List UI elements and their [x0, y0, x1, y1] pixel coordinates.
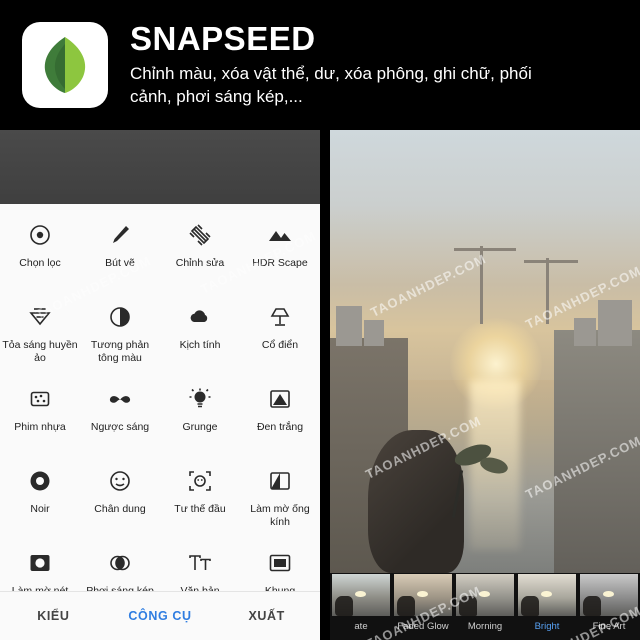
head-pose-icon: [187, 466, 213, 496]
tool-label: Phim nhựa: [14, 421, 66, 433]
tool-item[interactable]: Grunge: [160, 372, 240, 454]
filter-thumbnail[interactable]: Morning: [454, 573, 516, 640]
tool-item[interactable]: Tương phản tông màu: [80, 290, 160, 372]
grunge-bulb-icon: [187, 384, 213, 414]
tool-label: Chân dung: [94, 503, 146, 515]
tool-label: Chỉnh sửa: [175, 257, 225, 269]
vignette-icon: [27, 548, 53, 578]
filter-thumbnail-label: ate: [354, 621, 368, 632]
filter-thumbnail-image: [394, 574, 452, 616]
photo-crane: [480, 246, 483, 324]
brush-icon: [107, 220, 133, 250]
tool-item[interactable]: Cổ điển: [240, 290, 320, 372]
tool-item[interactable]: Ngược sáng: [80, 372, 160, 454]
tool-label: Tỏa sáng huyền ảo: [2, 339, 78, 364]
vintage-lamp-icon: [267, 302, 293, 332]
tool-label: Đen trắng: [256, 421, 304, 433]
glamour-glow-icon: [27, 302, 53, 332]
tools-sheet: Chọn lọc Bút vẽ Chỉnh sửa HDR Scape Tỏa sáng…: [0, 204, 320, 640]
black-white-icon: [267, 384, 293, 414]
tool-item[interactable]: Đen trắng: [240, 372, 320, 454]
tool-item[interactable]: HDR Scape: [240, 208, 320, 290]
photo-building: [598, 300, 632, 346]
filter-thumbnail-label: Morning: [467, 621, 503, 632]
filter-thumbnail-image: [518, 574, 576, 616]
tool-label: Grunge: [182, 421, 218, 433]
filter-thumbnail[interactable]: Bright: [516, 573, 578, 640]
tonal-contrast-icon: [107, 302, 133, 332]
tools-grid: Chọn lọc Bút vẽ Chỉnh sửa HDR Scape Tỏa sáng…: [0, 208, 320, 618]
tool-item[interactable]: Chân dung: [80, 454, 160, 536]
lens-blur-icon: [267, 466, 293, 496]
hdr-mountain-icon: [267, 220, 293, 250]
tool-label: Kịch tính: [179, 339, 221, 351]
bottom-tab-bar: KIỂU CÔNG CỤ XUẤT: [0, 591, 320, 640]
tab-tools[interactable]: CÔNG CỤ: [107, 609, 214, 623]
tool-label: Tương phản tông màu: [90, 339, 150, 364]
tool-item[interactable]: Phim nhựa: [0, 372, 80, 454]
healing-icon: [187, 220, 213, 250]
app-promo-screenshot: SNAPSEED Chỉnh màu, xóa vật thể, dư, xóa…: [0, 0, 640, 640]
noir-circle-icon: [27, 466, 53, 496]
tool-item[interactable]: Tư thế đầu: [160, 454, 240, 536]
retrolux-mustache-icon: [107, 384, 133, 414]
tool-item[interactable]: Chọn lọc: [0, 208, 80, 290]
app-description: Chỉnh màu, xóa vật thể, dư, xóa phông, g…: [130, 63, 532, 107]
photo-crane: [454, 248, 516, 251]
photo-crane: [524, 260, 578, 263]
photo-crane: [546, 258, 549, 324]
tool-item[interactable]: Noir: [0, 454, 80, 536]
filter-thumbnail-image: [456, 574, 514, 616]
text-icon: [187, 548, 213, 578]
double-exposure-icon: [107, 548, 133, 578]
left-phone-screenshot: Chọn lọc Bút vẽ Chỉnh sửa HDR Scape Tỏa sáng…: [0, 130, 320, 640]
tool-item[interactable]: Bút vẽ: [80, 208, 160, 290]
tool-item[interactable]: Tỏa sáng huyền ảo: [0, 290, 80, 372]
photo-right-bank: [554, 330, 640, 573]
filter-thumbnail[interactable]: Fine Art: [578, 573, 640, 640]
tool-label: Chọn lọc: [19, 257, 61, 269]
filter-thumbnail[interactable]: Faded Glow: [392, 573, 454, 640]
filter-filmstrip[interactable]: ateFaded GlowMorningBrightFine ArtPushS: [330, 573, 640, 640]
frames-icon: [267, 548, 293, 578]
selective-icon: [27, 220, 53, 250]
filter-thumbnail-label: Fine Art: [592, 621, 626, 632]
tool-label: Tư thế đầu: [174, 503, 226, 515]
filter-thumbnail-image: [580, 574, 638, 616]
tab-styles[interactable]: KIỂU: [0, 609, 107, 623]
edited-photo: [330, 130, 640, 573]
header-text: SNAPSEED Chỉnh màu, xóa vật thể, dư, xóa…: [130, 21, 550, 108]
app-title: SNAPSEED: [130, 20, 316, 58]
photo-hand: [368, 430, 464, 573]
tool-label: Ngược sáng: [90, 421, 150, 433]
photo-building: [336, 306, 362, 346]
photo-building: [364, 320, 384, 346]
filter-thumbnail-label: Faded Glow: [397, 621, 449, 632]
tool-item[interactable]: Chỉnh sửa: [160, 208, 240, 290]
filter-thumbnail-image: [332, 574, 390, 616]
tool-label: Noir: [30, 503, 50, 515]
header: SNAPSEED Chỉnh màu, xóa vật thể, dư, xóa…: [0, 0, 640, 130]
filter-thumbnail-label: Bright: [534, 621, 560, 632]
tool-label: Làm mờ ống kính: [250, 503, 310, 528]
tool-item[interactable]: Kịch tính: [160, 290, 240, 372]
tab-export[interactable]: XUẤT: [213, 609, 320, 623]
tool-label: Bút vẽ: [105, 257, 135, 269]
screenshot-collage: Chọn lọc Bút vẽ Chỉnh sửa HDR Scape Tỏa sáng…: [0, 130, 640, 640]
portrait-face-icon: [107, 466, 133, 496]
photo-building: [574, 318, 596, 346]
filter-thumbnail[interactable]: ate: [330, 573, 392, 640]
snapseed-leaf-icon: [22, 22, 108, 108]
tool-item[interactable]: Làm mờ ống kính: [240, 454, 320, 536]
tool-label: Cổ điển: [261, 339, 299, 351]
grainy-film-icon: [27, 384, 53, 414]
tool-label: HDR Scape: [252, 257, 308, 269]
drama-cloud-icon: [187, 302, 213, 332]
right-phone-screenshot: ateFaded GlowMorningBrightFine ArtPushS: [330, 130, 640, 640]
